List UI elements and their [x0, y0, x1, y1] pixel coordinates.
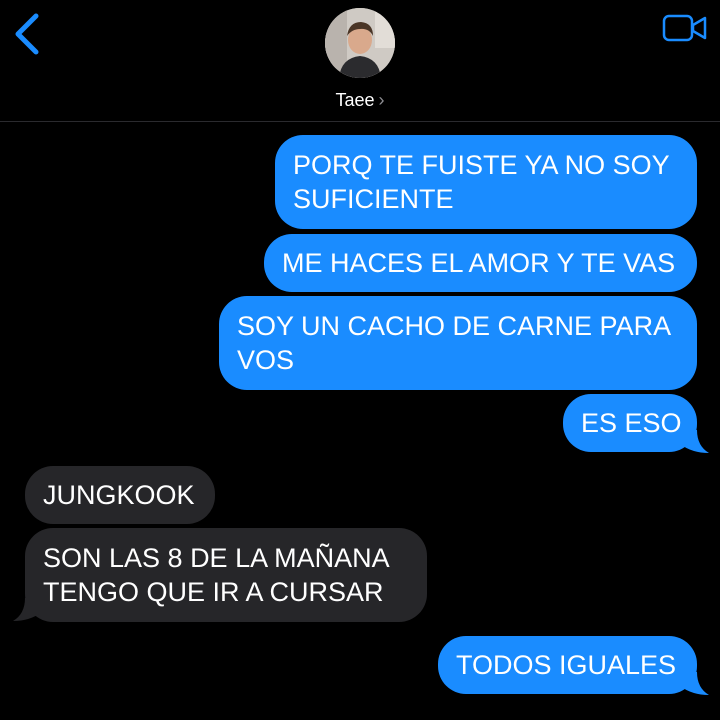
avatar-photo-icon: [325, 8, 395, 78]
contact-name: Taee: [335, 90, 375, 110]
conversation-header: Taee ›: [0, 0, 720, 122]
outgoing-bubble-tail: [680, 672, 709, 695]
outgoing-message-bubble[interactable]: PORQ TE FUISTE YA NO SOY SUFICIENTE: [275, 135, 697, 229]
video-camera-icon: [662, 14, 707, 42]
outgoing-message-bubble[interactable]: TODOS IGUALES: [438, 636, 697, 694]
outgoing-message-bubble[interactable]: ME HACES EL AMOR Y TE VAS: [264, 234, 697, 292]
incoming-message-bubble[interactable]: JUNGKOOK: [25, 466, 215, 524]
incoming-bubble-tail: [13, 598, 42, 621]
chevron-right-icon: ›: [378, 90, 385, 110]
message-text: SUFICIENTE: [293, 184, 454, 214]
outgoing-message-bubble[interactable]: ES ESO: [563, 394, 697, 452]
facetime-video-button[interactable]: [662, 14, 708, 42]
message-text: TENGO QUE IR A CURSAR: [43, 577, 384, 607]
incoming-message-bubble[interactable]: SON LAS 8 DE LA MAÑANA TENGO QUE IR A CU…: [25, 528, 427, 622]
message-text: SON LAS 8 DE LA MAÑANA: [43, 543, 390, 573]
contact-avatar[interactable]: [325, 8, 395, 78]
contact-info: Taee ›: [0, 0, 720, 122]
message-text: SOY UN CACHO DE CARNE PARA: [237, 311, 672, 341]
message-text: ME HACES EL AMOR Y TE VAS: [282, 248, 676, 278]
message-text: PORQ TE FUISTE YA NO SOY: [293, 150, 670, 180]
message-text: TODOS IGUALES: [456, 650, 677, 680]
message-text: ES ESO: [581, 408, 682, 438]
outgoing-message-bubble[interactable]: SOY UN CACHO DE CARNE PARA VOS: [219, 296, 697, 390]
message-text: VOS: [237, 345, 295, 375]
message-text: JUNGKOOK: [43, 480, 195, 510]
outgoing-bubble-tail: [680, 430, 709, 453]
contact-name-button[interactable]: Taee ›: [0, 90, 720, 111]
